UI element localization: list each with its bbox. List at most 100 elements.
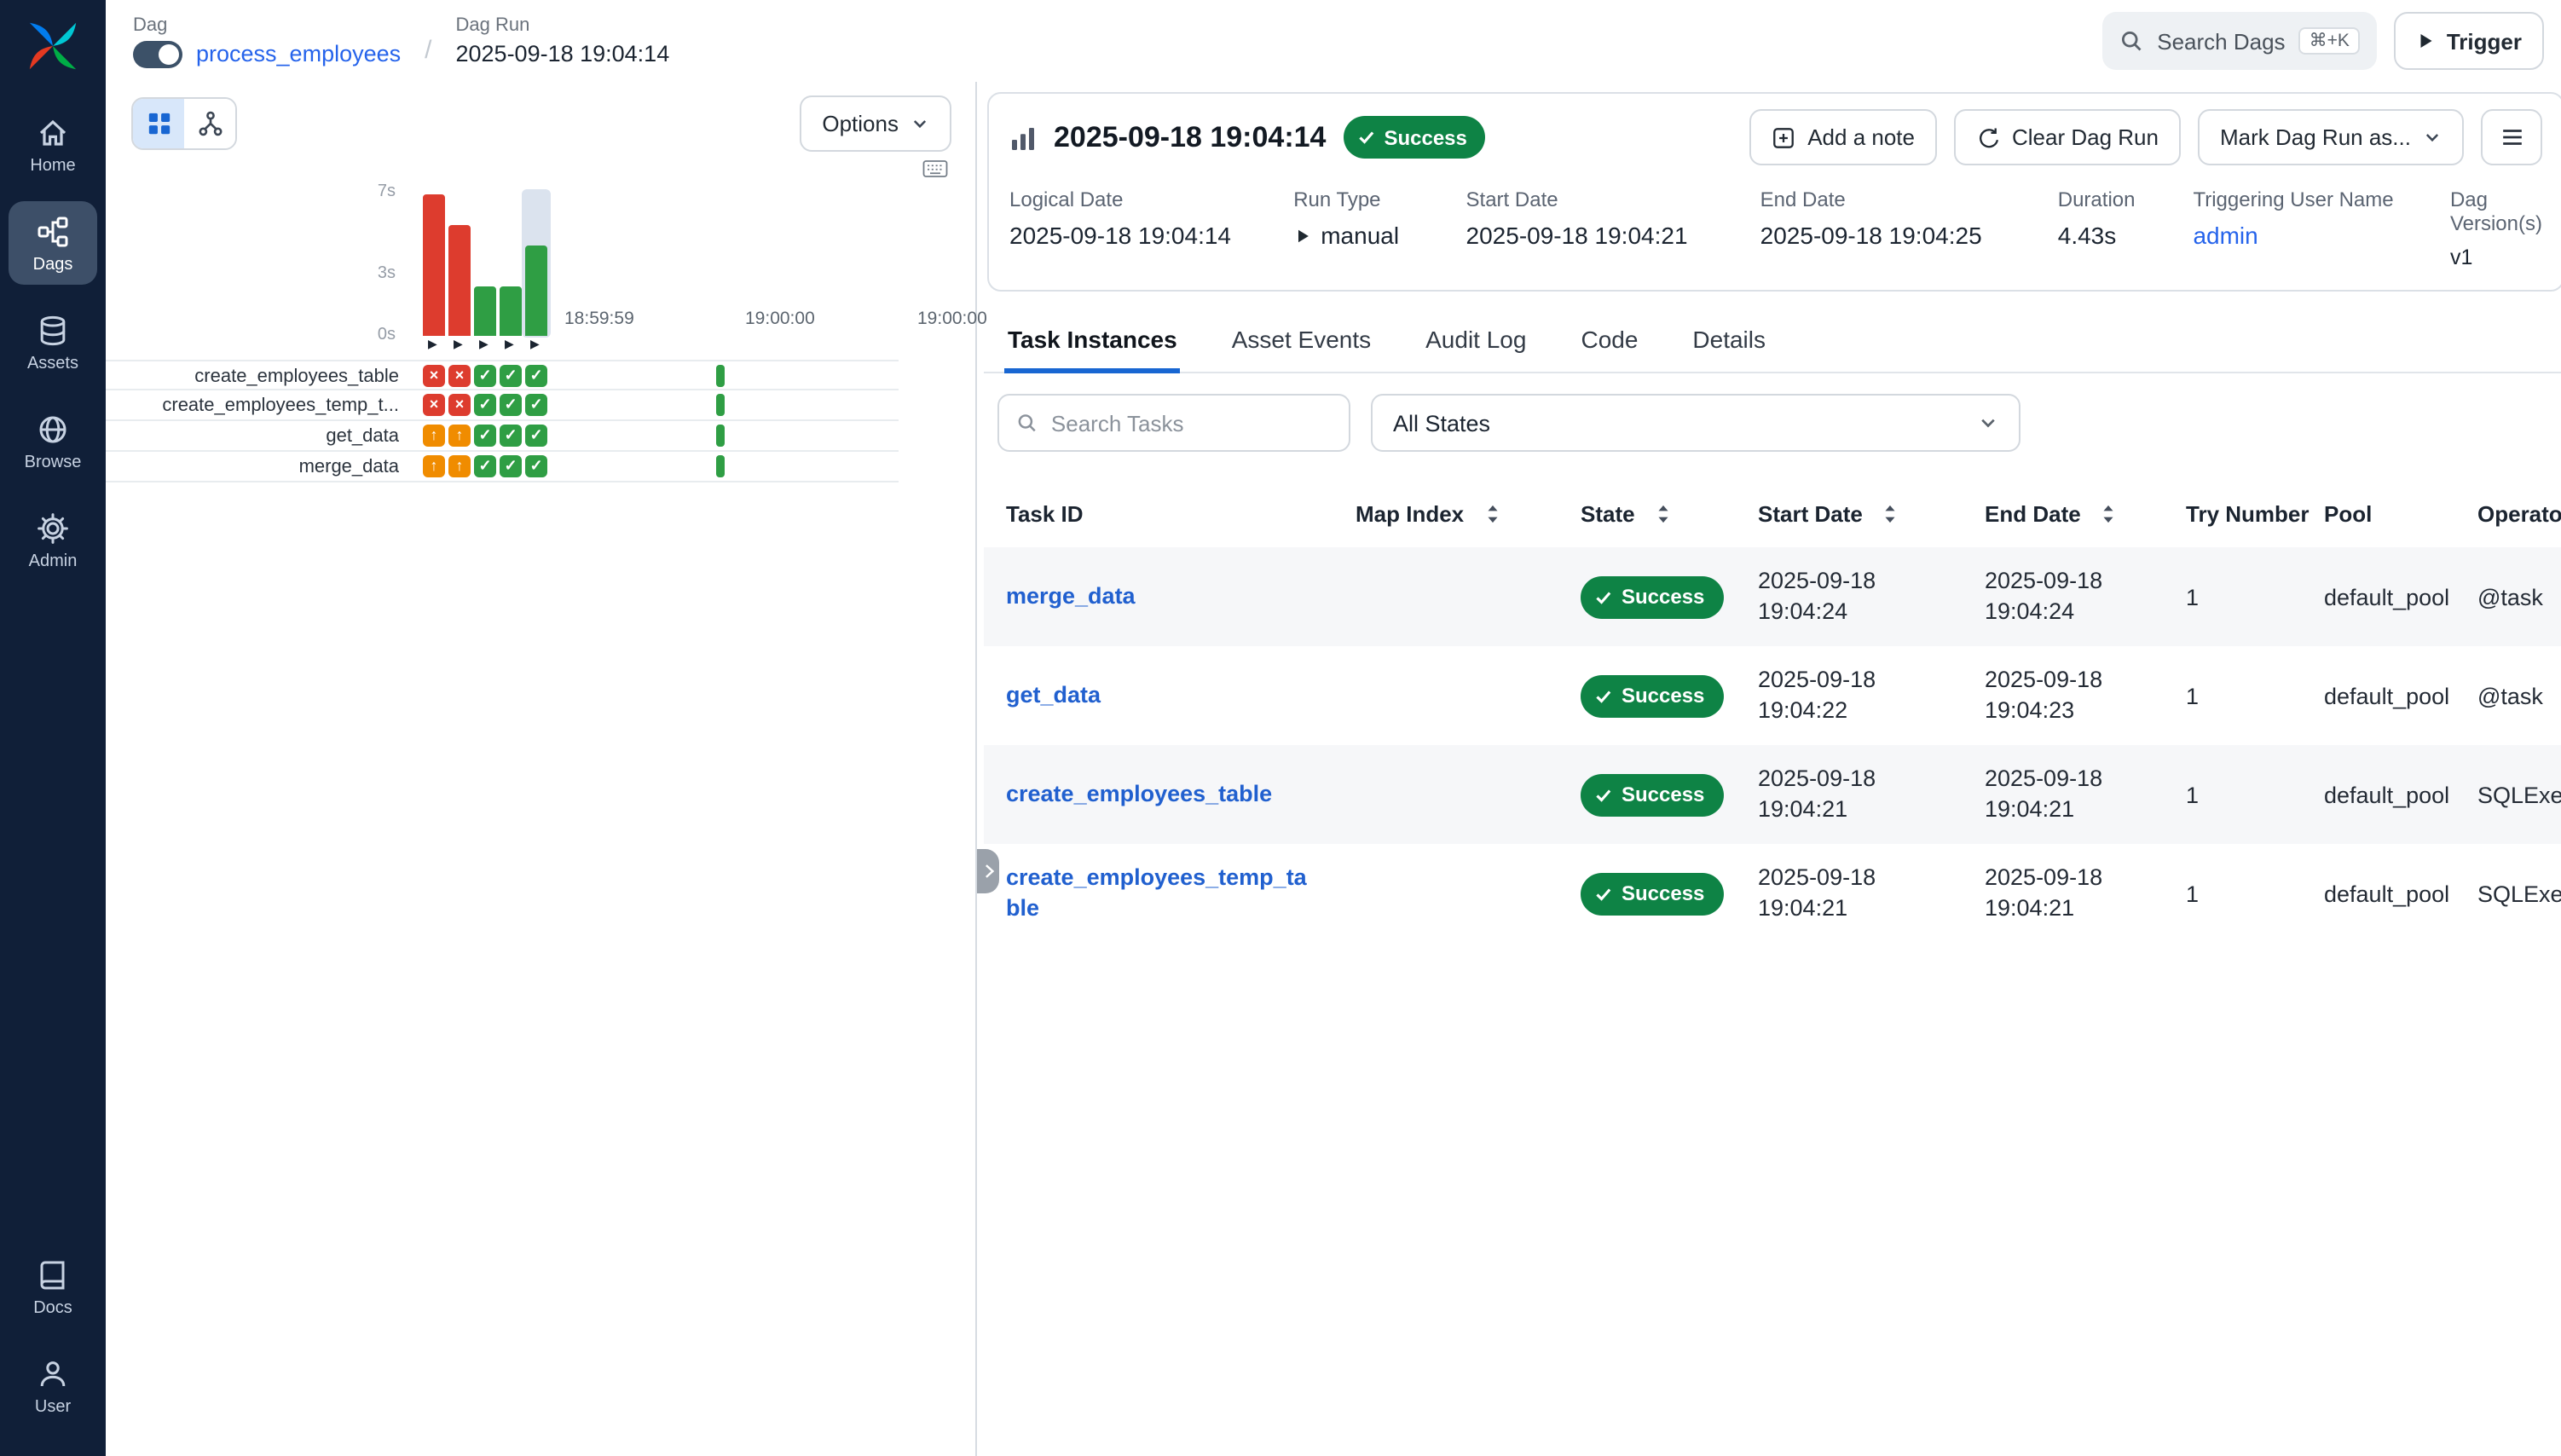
task-instance-square[interactable]: × [423, 365, 445, 387]
trigger-dag-button[interactable]: Trigger [2394, 12, 2544, 70]
end-date-cell: 2025-09-18 19:04:21 [1985, 765, 2186, 824]
run-status-label: Success [1384, 125, 1466, 149]
sidebar-item-admin[interactable]: Admin [9, 498, 97, 581]
column-state[interactable]: State [1581, 500, 1758, 526]
task-name-label[interactable]: create_employees_table [106, 361, 411, 392]
task-id-link[interactable]: get_data [1006, 680, 1316, 710]
task-instance-square[interactable]: ✓ [500, 365, 522, 387]
sort-icon[interactable] [1481, 502, 1503, 524]
state-filter-select[interactable]: All States [1371, 394, 2020, 452]
add-note-button[interactable]: Add a note [1749, 109, 1937, 165]
clear-dag-run-label: Clear Dag Run [2012, 124, 2159, 150]
task-instance-square[interactable]: × [423, 394, 445, 416]
main-area: Dag process_employees / Dag Run 2025-09-… [106, 0, 2561, 1456]
sort-icon[interactable] [2098, 502, 2120, 524]
task-instance-square[interactable]: ✓ [500, 455, 522, 477]
task-name-label[interactable]: get_data [106, 421, 411, 452]
task-instance-square[interactable]: ✓ [500, 394, 522, 416]
task-instance-square[interactable]: ✓ [474, 394, 496, 416]
task-instance-square[interactable]: × [448, 394, 471, 416]
task-instance-square[interactable]: ↑ [448, 425, 471, 447]
run-details-panel: 2025-09-18 19:04:14 Success [977, 82, 2561, 1456]
task-instance-square[interactable]: ✓ [474, 425, 496, 447]
task-instance-square[interactable]: ✓ [500, 425, 522, 447]
tab-details[interactable]: Details [1689, 309, 1769, 373]
task-id-link[interactable]: create_employees_table [1006, 779, 1316, 809]
task-name-label[interactable]: merge_data [106, 452, 411, 482]
task-instance-square[interactable]: ↑ [423, 455, 445, 477]
sidebar-item-dags[interactable]: Dags [9, 201, 97, 285]
check-icon [1594, 686, 1613, 705]
time-axis-label: 19:00:00 [745, 309, 815, 329]
column-start-date[interactable]: Start Date [1758, 500, 1985, 526]
column-try-number: Try Number [2186, 500, 2324, 526]
tab-code[interactable]: Code [1577, 309, 1641, 373]
task-instance-square[interactable] [716, 365, 725, 387]
meta-end-date: End Date 2025-09-18 19:04:25 [1760, 188, 2058, 269]
meta-value: 2025-09-18 19:04:14 [1009, 222, 1293, 249]
dag-name-link[interactable]: process_employees [196, 41, 401, 66]
triggering-user-link[interactable]: admin [2193, 222, 2450, 249]
sidebar-item-label: User [35, 1398, 71, 1417]
task-instance-square[interactable]: ↑ [448, 455, 471, 477]
panel-resize-handle[interactable] [977, 849, 999, 893]
task-row: merge_data↑↑✓✓✓ [106, 452, 899, 482]
table-row: get_data Success 2025-09-18 19:04:22 202… [984, 646, 2561, 745]
task-instance-square[interactable]: ✓ [525, 394, 547, 416]
graph-view-button[interactable] [184, 99, 235, 148]
task-id-link[interactable]: create_employees_temp_table [1006, 864, 1316, 923]
column-end-date[interactable]: End Date [1985, 500, 2186, 526]
run-menu-button[interactable] [2481, 109, 2542, 165]
tab-task-instances[interactable]: Task Instances [1004, 309, 1181, 373]
task-instance-square[interactable] [716, 394, 725, 416]
run-duration-bar[interactable] [525, 246, 547, 336]
run-duration-bar[interactable] [474, 286, 496, 336]
sort-icon[interactable] [1880, 502, 1902, 524]
column-task-id[interactable]: Task ID [1006, 500, 1356, 526]
keyboard-icon[interactable] [922, 159, 948, 179]
sidebar-item-assets[interactable]: Assets [9, 300, 97, 384]
home-icon [36, 116, 70, 150]
task-id-link[interactable]: merge_data [1006, 581, 1316, 611]
run-duration-bar[interactable] [423, 194, 445, 336]
task-filters: All States [984, 373, 2561, 459]
task-instance-square[interactable]: ✓ [474, 365, 496, 387]
shortcuts-row [106, 152, 975, 179]
sidebar-item-docs[interactable]: Docs [9, 1245, 97, 1328]
grid-view-button[interactable] [133, 99, 184, 148]
meta-value: 2025-09-18 19:04:21 [1466, 222, 1760, 249]
clear-dag-run-button[interactable]: Clear Dag Run [1954, 109, 2181, 165]
search-icon [1016, 411, 1038, 435]
sort-icon[interactable] [1652, 502, 1674, 524]
task-name-label[interactable]: create_employees_temp_t... [106, 390, 411, 421]
task-instance-square[interactable] [716, 425, 725, 447]
task-instance-square[interactable]: ✓ [525, 365, 547, 387]
task-instance-square[interactable]: ✓ [474, 455, 496, 477]
meta-label: Duration [2058, 188, 2194, 211]
mark-dag-run-as-button[interactable]: Mark Dag Run as... [2198, 109, 2464, 165]
task-instance-square[interactable]: × [448, 365, 471, 387]
check-icon [1594, 587, 1613, 606]
run-duration-bar[interactable] [500, 286, 522, 336]
run-duration-bar[interactable] [448, 225, 471, 336]
task-instance-square[interactable]: ✓ [525, 455, 547, 477]
tab-audit-log[interactable]: Audit Log [1422, 309, 1529, 373]
column-map-index[interactable]: Map Index [1356, 500, 1581, 526]
sidebar-item-browse[interactable]: Browse [9, 399, 97, 482]
sidebar-item-home[interactable]: Home [9, 102, 97, 186]
tab-asset-events[interactable]: Asset Events [1228, 309, 1374, 373]
sidebar-item-user[interactable]: User [9, 1343, 97, 1427]
search-tasks-input[interactable] [1051, 410, 1332, 436]
task-table-header: Task ID Map Index State Start Date End D… [984, 479, 2561, 547]
task-instance-square[interactable]: ✓ [525, 425, 547, 447]
options-button[interactable]: Options [800, 95, 951, 152]
airflow-logo[interactable] [24, 17, 82, 75]
breadcrumb-separator: / [425, 35, 431, 64]
task-instance-square[interactable]: ↑ [423, 425, 445, 447]
search-dags-label: Search Dags [2157, 28, 2285, 54]
content-split: Options 7s3s0s18:59:5919:00:0019:00:00▶▶… [106, 82, 2561, 1456]
dag-pause-toggle[interactable] [133, 40, 182, 67]
task-instance-square[interactable] [716, 455, 725, 477]
search-dags-button[interactable]: Search Dags ⌘+K [2102, 12, 2377, 70]
search-shortcut-badge: ⌘+K [2299, 27, 2360, 55]
